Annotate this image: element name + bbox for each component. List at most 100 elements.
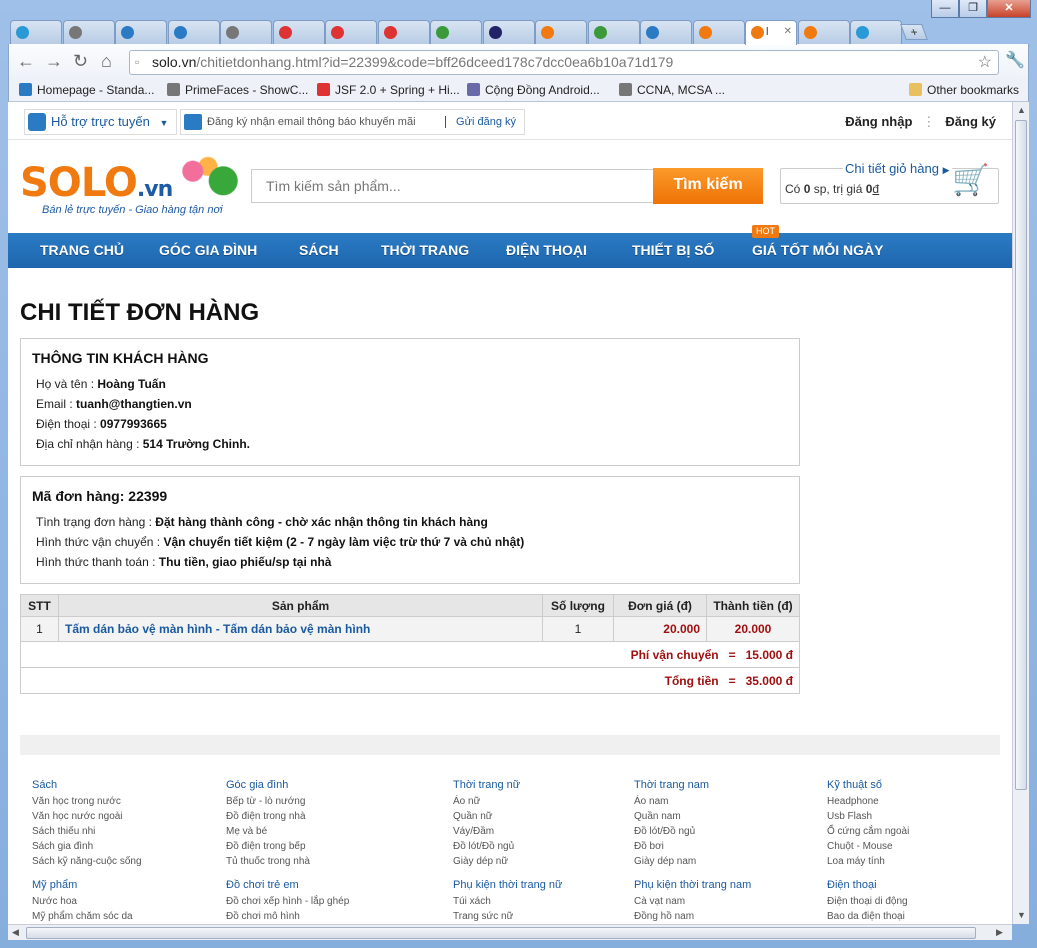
bookmark-item[interactable]: PrimeFaces - ShowC... — [167, 83, 308, 97]
newsletter-submit-link[interactable]: Gửi đăng ký — [445, 116, 516, 128]
browser-tab[interactable] — [115, 20, 167, 44]
address-bar[interactable]: ▫ solo.vn/chitietdonhang.html?id=22399&c… — [129, 50, 999, 75]
footer-link[interactable]: Đồ bơi — [634, 839, 751, 854]
browser-tab[interactable] — [587, 20, 640, 44]
footer-heading[interactable]: Góc gia đình — [226, 777, 349, 793]
scroll-up-icon[interactable]: ▲ — [1017, 105, 1026, 115]
browser-tab[interactable] — [272, 20, 325, 44]
new-tab-button[interactable]: + — [900, 24, 928, 40]
footer-link[interactable]: Sách thiếu nhi — [32, 824, 142, 839]
footer-link[interactable]: Sách kỹ năng-cuộc sống — [32, 854, 142, 869]
browser-tab[interactable] — [640, 20, 692, 44]
footer-link[interactable]: Loa máy tính — [827, 854, 909, 869]
cart-icon[interactable]: 🛒 — [952, 163, 990, 197]
footer-link[interactable]: Đồ điện trong nhà — [226, 809, 349, 824]
cart-detail-link[interactable]: Chi tiết giỏ hàng ▶ — [843, 161, 952, 176]
footer-link[interactable]: Quần nam — [634, 809, 751, 824]
footer-heading[interactable]: Phụ kiện thời trang nữ — [453, 877, 562, 893]
footer-link[interactable]: Đồ lót/Đồ ngủ — [453, 839, 562, 854]
footer-link[interactable]: Điện thoại di động — [827, 894, 909, 909]
browser-tab[interactable] — [325, 20, 377, 44]
footer-heading[interactable]: Kỹ thuật số — [827, 777, 909, 793]
browser-tab[interactable] — [797, 20, 850, 44]
footer-link[interactable]: Văn học trong nước — [32, 794, 142, 809]
other-bookmarks[interactable]: Other bookmarks — [909, 83, 1019, 97]
footer-heading[interactable]: Thời trang nam — [634, 777, 751, 793]
scroll-down-icon[interactable]: ▼ — [1017, 910, 1026, 920]
footer-link[interactable]: Đồ điện trong bếp — [226, 839, 349, 854]
scroll-left-icon[interactable]: ◀ — [12, 927, 19, 938]
wrench-icon[interactable]: 🔧 — [1005, 52, 1025, 70]
browser-tab[interactable] — [430, 20, 482, 44]
browser-tab[interactable] — [62, 20, 115, 44]
footer-heading[interactable]: Mỹ phẩm — [32, 877, 142, 893]
footer-link[interactable]: Văn học nước ngoài — [32, 809, 142, 824]
footer-link[interactable]: Váy/Đầm — [453, 824, 562, 839]
cart-box[interactable]: Chi tiết giỏ hàng ▶ Có 0 sp, trị giá 0đ … — [780, 161, 999, 204]
footer-link[interactable]: Mẹ và bé — [226, 824, 349, 839]
footer-link[interactable]: Cà vạt nam — [634, 894, 751, 909]
menu-item-phones[interactable]: ĐIỆN THOẠI — [506, 233, 587, 268]
vertical-scrollbar[interactable]: ▲ ▼ — [1012, 102, 1029, 924]
footer-link[interactable]: Bao da điện thoại — [827, 909, 909, 924]
footer-link[interactable]: Tủ thuốc trong nhà — [226, 854, 349, 869]
footer-link[interactable]: Usb Flash — [827, 809, 909, 824]
reload-icon[interactable]: ↻ — [73, 52, 88, 70]
footer-link[interactable]: Bếp từ - lò nướng — [226, 794, 349, 809]
back-icon[interactable]: ← — [17, 52, 35, 70]
home-icon[interactable]: ⌂ — [101, 52, 112, 70]
footer-link[interactable]: Đồ lót/Đồ ngủ — [634, 824, 751, 839]
bookmark-item[interactable]: Homepage - Standa... — [19, 83, 154, 97]
footer-link[interactable]: Đồng hồ nam — [634, 909, 751, 924]
site-logo[interactable]: SOLO.vn Bán lẻ trực tuyến - Giao hàng tậ… — [20, 150, 246, 218]
footer-link[interactable]: Mỹ phẩm chăm sóc da — [32, 909, 142, 924]
footer-heading[interactable]: Sách — [32, 777, 142, 793]
scroll-right-icon[interactable]: ▶ — [996, 927, 1003, 938]
footer-link[interactable]: Nước hoa — [32, 894, 142, 909]
footer-link[interactable]: Đồ chơi xếp hình - lắp ghép — [226, 894, 349, 909]
footer-link[interactable]: Đồ chơi mô hình — [226, 909, 349, 924]
footer-link[interactable]: Túi xách — [453, 894, 562, 909]
maximize-button[interactable]: ❐ — [959, 0, 987, 18]
browser-tab[interactable] — [167, 20, 220, 44]
search-input[interactable]: Tìm kiếm sản phẩm... — [251, 169, 654, 203]
newsletter-input[interactable]: Đăng ký nhận email thông báo khuyến mãi — [207, 116, 416, 128]
support-dropdown[interactable]: Hỗ trợ trực tuyến ▼ — [24, 109, 178, 135]
search-button[interactable]: Tìm kiếm — [653, 168, 763, 204]
footer-heading[interactable]: Thời trang nữ — [453, 777, 562, 793]
footer-heading[interactable]: Điện thoại — [827, 877, 909, 893]
browser-tab[interactable] — [10, 20, 62, 44]
footer-link[interactable]: Sách gia đình — [32, 839, 142, 854]
footer-link[interactable]: Áo nam — [634, 794, 751, 809]
menu-item-books[interactable]: SÁCH — [299, 233, 339, 268]
footer-link[interactable]: Ổ cứng cắm ngoài — [827, 824, 909, 839]
footer-link[interactable]: Quần nữ — [453, 809, 562, 824]
login-link[interactable]: Đăng nhập — [845, 114, 912, 129]
bookmark-item[interactable]: JSF 2.0 + Spring + Hi... — [317, 83, 460, 97]
menu-item-fashion[interactable]: THỜI TRANG — [381, 233, 469, 268]
register-link[interactable]: Đăng ký — [945, 114, 996, 129]
close-window-button[interactable]: ✕ — [987, 0, 1031, 18]
product-link[interactable]: Tấm dán bảo vệ màn hình - Tấm dán bảo vệ… — [65, 622, 370, 636]
browser-tab[interactable] — [482, 20, 535, 44]
footer-link[interactable]: Giày dép nữ — [453, 854, 562, 869]
browser-tab[interactable] — [850, 20, 902, 44]
footer-link[interactable]: Headphone — [827, 794, 909, 809]
footer-heading[interactable]: Đồ chơi trẻ em — [226, 877, 349, 893]
menu-item-family[interactable]: GÓC GIA ĐÌNH — [159, 233, 257, 268]
footer-heading[interactable]: Phụ kiện thời trang nam — [634, 877, 751, 893]
horizontal-scrollbar[interactable]: ◀ ▶ — [8, 924, 1012, 940]
browser-tab[interactable] — [535, 20, 587, 44]
horizontal-scroll-thumb[interactable] — [26, 927, 976, 939]
browser-tab[interactable] — [220, 20, 272, 44]
minimize-button[interactable]: — — [931, 0, 959, 18]
star-icon[interactable]: ☆ — [978, 51, 992, 74]
bookmark-item[interactable]: Cộng Đồng Android... — [467, 83, 600, 97]
browser-tab[interactable] — [377, 20, 430, 44]
menu-item-daily-deals[interactable]: GIÁ TỐT MỖI NGÀY — [752, 233, 883, 268]
vertical-scroll-thumb[interactable] — [1015, 120, 1027, 790]
footer-link[interactable]: Giày dép nam — [634, 854, 751, 869]
browser-tab[interactable]: l ✕ — [745, 20, 797, 45]
close-tab-icon[interactable]: ✕ — [784, 21, 792, 43]
footer-link[interactable]: Áo nữ — [453, 794, 562, 809]
